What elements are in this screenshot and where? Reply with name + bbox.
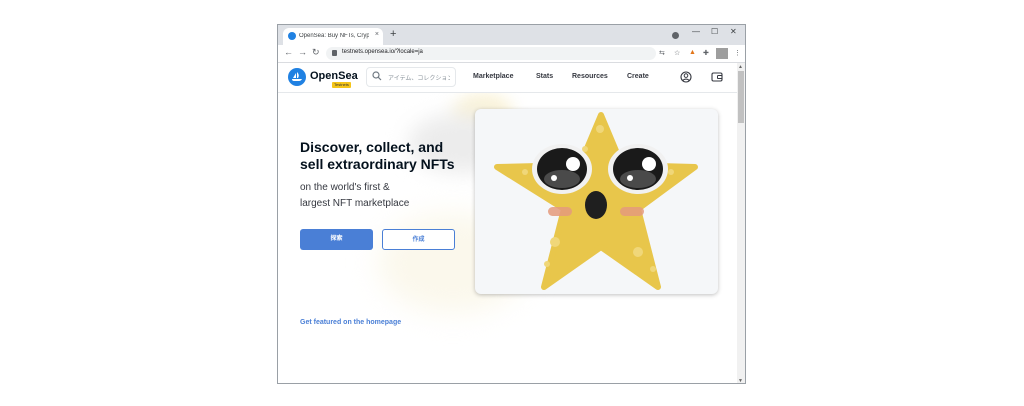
opensea-favicon-icon xyxy=(288,32,296,40)
scroll-up-icon[interactable]: ▲ xyxy=(738,64,743,70)
testnets-badge: Testnets xyxy=(332,82,351,88)
hero-subtitle-line: largest NFT marketplace xyxy=(300,198,410,209)
search-icon xyxy=(372,71,382,81)
profile-icon[interactable] xyxy=(680,71,692,83)
hero-title-line: Discover, collect, and xyxy=(300,139,444,155)
browser-profile-icon[interactable] xyxy=(672,32,679,39)
browser-toolbar: ← → ↻ testnets.opensea.io/?locale=ja ⇆ ☆… xyxy=(278,45,745,63)
scroll-down-icon[interactable]: ▼ xyxy=(738,378,743,383)
browser-window: OpenSea: Buy NFTs, Crypto Colle × + — ☐ … xyxy=(277,24,746,384)
url-text: testnets.opensea.io/?locale=ja xyxy=(342,49,423,55)
bookmark-star-icon[interactable]: ☆ xyxy=(674,49,680,57)
address-bar[interactable]: testnets.opensea.io/?locale=ja xyxy=(326,47,656,60)
tab-close-icon[interactable]: × xyxy=(375,31,379,38)
new-tab-button[interactable]: + xyxy=(390,28,396,40)
explore-button[interactable]: 探索 xyxy=(300,229,373,250)
extensions-icon[interactable]: ✚ xyxy=(703,49,709,57)
opensea-logo-icon[interactable] xyxy=(288,68,306,86)
user-avatar[interactable] xyxy=(716,48,728,59)
translate-icon[interactable]: ⇆ xyxy=(659,49,665,57)
close-window-button[interactable]: ✕ xyxy=(730,27,737,36)
browser-menu-icon[interactable]: ⋮ xyxy=(734,49,741,57)
hero-subtitle-line: on the world's first & xyxy=(300,182,390,193)
maximize-button[interactable]: ☐ xyxy=(711,27,718,36)
search-input[interactable]: アイテム、コレクション xyxy=(366,67,456,87)
wallet-icon[interactable] xyxy=(711,71,723,83)
hero-title: Discover, collect, and sell extraordinar… xyxy=(300,139,490,173)
hero-subtitle: on the world's first & largest NFT marke… xyxy=(300,180,409,212)
minimize-button[interactable]: — xyxy=(692,27,700,36)
nav-create[interactable]: Create xyxy=(627,73,649,80)
hero-title-line: sell extraordinary NFTs xyxy=(300,156,455,172)
featured-nft-card[interactable] xyxy=(475,109,718,294)
star-nft-image xyxy=(494,112,698,290)
site-header: OpenSea Testnets アイテム、コレクション Marketplace… xyxy=(278,63,739,93)
nav-marketplace[interactable]: Marketplace xyxy=(473,73,513,80)
web-page: OpenSea Testnets アイテム、コレクション Marketplace… xyxy=(278,63,739,383)
tab-strip: OpenSea: Buy NFTs, Crypto Colle × + — ☐ … xyxy=(278,25,745,45)
scrollbar-thumb[interactable] xyxy=(738,71,744,123)
brand-name[interactable]: OpenSea xyxy=(310,70,358,82)
create-button[interactable]: 作成 xyxy=(382,229,455,250)
nav-resources[interactable]: Resources xyxy=(572,73,608,80)
forward-icon[interactable]: → xyxy=(298,47,307,57)
lock-icon xyxy=(332,50,337,56)
search-placeholder: アイテム、コレクション xyxy=(388,76,450,82)
metamask-icon[interactable]: ▲ xyxy=(689,49,696,56)
reload-icon[interactable]: ↻ xyxy=(312,47,320,58)
browser-tab[interactable]: OpenSea: Buy NFTs, Crypto Colle × xyxy=(283,28,383,45)
back-icon[interactable]: ← xyxy=(284,47,293,57)
get-featured-link[interactable]: Get featured on the homepage xyxy=(300,319,401,326)
tab-title: OpenSea: Buy NFTs, Crypto Colle xyxy=(299,33,369,39)
page-scrollbar[interactable]: ▲ ▼ xyxy=(737,63,745,383)
nav-stats[interactable]: Stats xyxy=(536,73,553,80)
